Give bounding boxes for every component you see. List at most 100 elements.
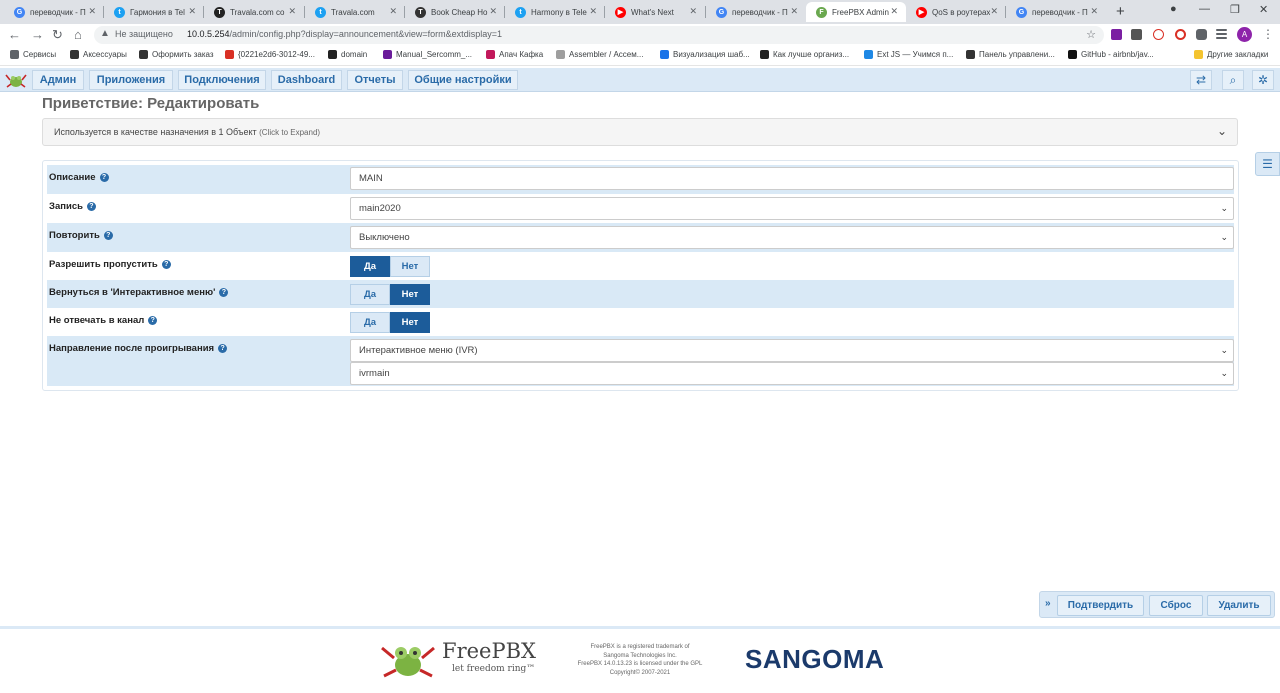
browser-tab[interactable]: ▶ What's Next ✕ (605, 2, 705, 22)
close-tab-icon[interactable]: ✕ (990, 6, 998, 17)
tab-search-icon[interactable]: ● (1170, 3, 1177, 15)
back-icon[interactable]: ← (8, 27, 21, 42)
home-icon[interactable]: ⌂ (74, 27, 82, 42)
browser-tab[interactable]: Gпереводчик - П ✕ (1006, 2, 1106, 22)
no-answer-yes-button[interactable]: Да (350, 312, 390, 333)
close-tab-icon[interactable]: ✕ (389, 6, 397, 17)
bookmark-item[interactable]: Manual_Sercomm_... (383, 50, 472, 59)
cloud-extension-icon[interactable] (1153, 29, 1164, 40)
nav-admin[interactable]: Админ (32, 70, 84, 90)
help-icon[interactable]: ? (103, 231, 113, 240)
forward-icon[interactable]: → (31, 27, 44, 42)
bookmark-label: Панель управлени... (979, 50, 1055, 59)
nav-dashboard[interactable]: Dashboard (271, 70, 342, 90)
other-bookmarks[interactable]: Другие закладки (1194, 50, 1268, 59)
nav-connectivity[interactable]: Подключения (178, 70, 266, 90)
allow-skip-yes-button[interactable]: Да (350, 256, 390, 277)
gear-icon[interactable]: ✲ (1252, 70, 1274, 90)
help-icon[interactable]: ? (218, 344, 228, 353)
browser-tab[interactable]: t Travala.com ✕ (305, 2, 405, 22)
close-tab-icon[interactable]: ✕ (589, 6, 597, 17)
repeat-select[interactable]: Выключено ⌄ (350, 226, 1234, 249)
travala-icon: T (214, 6, 225, 18)
extension-circle-icon[interactable] (1175, 29, 1186, 40)
chevron-down-icon[interactable]: ⌄ (1217, 124, 1227, 138)
help-icon[interactable]: ? (219, 288, 229, 297)
list-view-icon[interactable]: ☰ (1255, 152, 1280, 176)
bookmark-item[interactable]: Оформить заказ (139, 50, 214, 59)
bookmark-item[interactable]: Аксессуары (70, 50, 127, 59)
usage-panel[interactable]: Используется в качестве назначения в 1 О… (42, 118, 1238, 146)
close-window-icon[interactable]: ✕ (1259, 3, 1268, 16)
freepbx-wordmark: FreePBX (442, 639, 536, 663)
bookmark-item[interactable]: GitHub - airbnb/jav... (1068, 50, 1154, 59)
bookmark-item[interactable]: Ext JS — Учимся п... (864, 50, 953, 59)
browser-tab[interactable]: t Harmony в Tele ✕ (505, 2, 605, 22)
bookmark-item[interactable]: Панель управлени... (966, 50, 1055, 59)
browser-tab[interactable]: ▶ QoS в роутерах ✕ (906, 2, 1006, 22)
browser-tab[interactable]: t Гармония в Tel ✕ (104, 2, 204, 22)
url-path: /admin/config.php?display=announcement&v… (229, 29, 502, 39)
bookmark-item[interactable]: Как лучше организ... (760, 50, 849, 59)
bookmark-label: Ext JS — Учимся п... (877, 50, 954, 59)
return-ivr-yes-button[interactable]: Да (350, 284, 390, 305)
reset-button[interactable]: Сброс (1149, 595, 1203, 616)
nav-applications[interactable]: Приложения (89, 70, 173, 90)
profile-avatar[interactable]: A (1237, 27, 1252, 42)
close-tab-icon[interactable]: ✕ (890, 6, 898, 17)
no-answer-toggle: Да Нет (350, 312, 430, 333)
bookmark-item[interactable]: domain (328, 50, 367, 59)
help-icon[interactable]: ? (148, 316, 158, 325)
browser-tab[interactable]: F FreePBX Admin ✕ (806, 2, 906, 22)
nav-settings[interactable]: Общие настройки (408, 70, 518, 90)
allow-skip-no-button[interactable]: Нет (390, 256, 430, 277)
close-tab-icon[interactable]: ✕ (288, 6, 296, 17)
extension-icon[interactable] (1111, 29, 1122, 40)
destination-select[interactable]: ivrmain ⌄ (350, 362, 1234, 385)
help-icon[interactable]: ? (86, 202, 96, 211)
bookmark-star-icon[interactable]: ☆ (1086, 28, 1096, 41)
browser-tab[interactable]: Gпереводчик - П ✕ (4, 2, 104, 22)
freepbx-frog-icon[interactable] (4, 71, 28, 89)
no-answer-no-button[interactable]: Нет (390, 312, 430, 333)
collapse-actions-icon[interactable]: » (1045, 598, 1051, 609)
close-tab-icon[interactable]: ✕ (188, 6, 196, 17)
row-no-answer: Не отвечать в канал? Да Нет (47, 308, 1234, 336)
maximize-icon[interactable]: ❐ (1230, 3, 1240, 16)
description-input[interactable]: MAIN (350, 167, 1234, 190)
puzzle-icon[interactable] (1196, 29, 1207, 40)
bookmark-item[interactable]: {0221e2d6-3012-49... (225, 50, 315, 59)
row-description: Описание? MAIN (47, 165, 1234, 194)
close-tab-icon[interactable]: ✕ (489, 6, 497, 17)
submit-button[interactable]: Подтвердить (1057, 595, 1144, 616)
search-icon[interactable]: ⌕ (1222, 70, 1244, 90)
help-icon[interactable]: ? (161, 260, 171, 269)
browser-menu-icon[interactable]: ⋮ (1262, 27, 1274, 41)
destination-type-select[interactable]: Интерактивное меню (IVR) ⌄ (350, 339, 1234, 362)
help-icon[interactable]: ? (99, 173, 109, 182)
close-tab-icon[interactable]: ✕ (790, 6, 798, 17)
browser-tab[interactable]: Gпереводчик - П ✕ (706, 2, 806, 22)
close-tab-icon[interactable]: ✕ (1090, 6, 1098, 17)
bookmark-item[interactable]: Визуализация шаб... (660, 50, 750, 59)
nav-reports[interactable]: Отчеты (347, 70, 403, 90)
return-ivr-no-button[interactable]: Нет (390, 284, 430, 305)
close-tab-icon[interactable]: ✕ (689, 6, 697, 17)
bookmark-item[interactable]: Апач Кафка (486, 50, 543, 59)
bookmark-icon (1068, 50, 1077, 59)
browser-tab[interactable]: T Travala.com co ✕ (204, 2, 304, 22)
url-bar[interactable]: ▲ Не защищено 10.0.5.254/admin/config.ph… (94, 26, 1104, 44)
reload-icon[interactable]: ↻ (52, 27, 63, 43)
new-tab-button[interactable]: + (1116, 3, 1125, 20)
reading-list-icon[interactable] (1216, 33, 1227, 35)
language-icon[interactable]: ⇄ (1190, 70, 1212, 90)
browser-tab[interactable]: T Book Cheap Ho ✕ (405, 2, 505, 22)
close-tab-icon[interactable]: ✕ (88, 6, 96, 17)
delete-button[interactable]: Удалить (1207, 595, 1271, 616)
recording-select[interactable]: main2020 ⌄ (350, 197, 1234, 220)
bookmark-icon (225, 50, 234, 59)
bookmark-item[interactable]: Сервисы (10, 50, 56, 59)
minimize-icon[interactable]: — (1199, 3, 1210, 15)
bookmark-item[interactable]: Assembler / Ассем... (556, 50, 643, 59)
extension-h-icon[interactable] (1131, 29, 1142, 40)
